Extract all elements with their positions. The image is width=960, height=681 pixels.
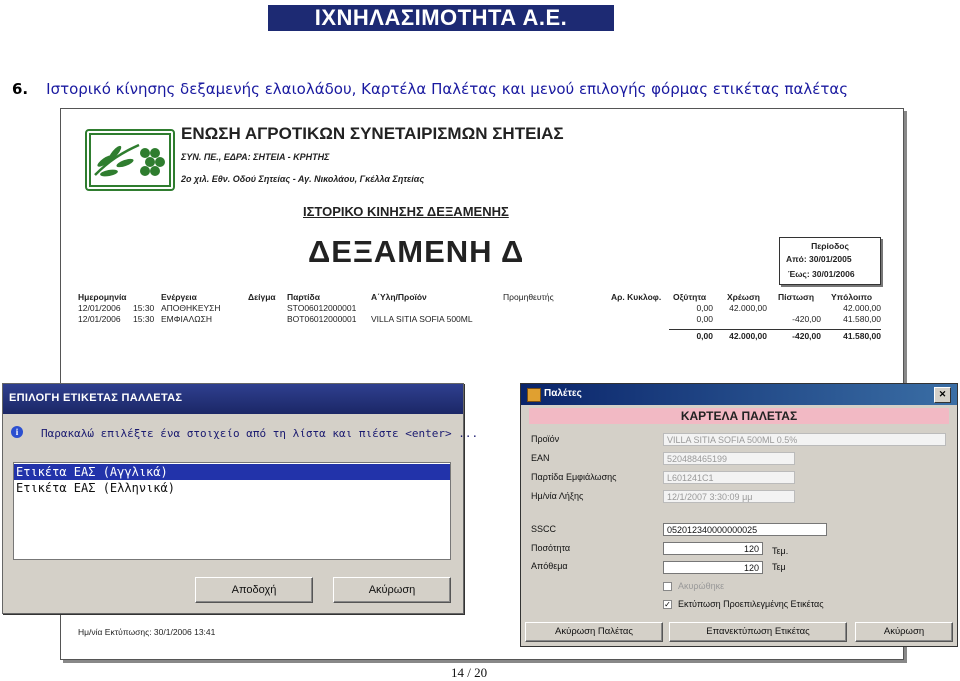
page-number: 14 / 20 (451, 665, 488, 680)
tank-title: ΔΕΞΑΜΕΝΗ Δ (308, 234, 525, 269)
row-batch: STO06012000001 (287, 303, 357, 313)
report-subtitle: ΙΣΤΟΡΙΚΟ ΚΙΝΗΣΗΣ ΔΕΞΑΜΕΝΗΣ (303, 204, 509, 219)
pallet-card-dialog: Παλέτες ✕ ΚΑΡΤΕΛΑ ΠΑΛΕΤΑΣ Προϊόν VILLA S… (520, 383, 958, 647)
period-to: Έως: 30/01/2006 (788, 269, 855, 279)
label-list[interactable]: Ετικέτα ΕΑΣ (Αγγλικά) Ετικέτα ΕΑΣ (Ελλην… (13, 462, 451, 560)
print-default-label-checkbox[interactable]: ✓ (663, 600, 672, 609)
column-header-product: Α΄Υλη/Προϊόν (371, 292, 427, 302)
totals-divider (669, 329, 881, 330)
stock-label: Απόθεμα (531, 561, 568, 571)
period-from: Από: 30/01/2005 (786, 254, 852, 264)
product-label: Προϊόν (531, 434, 560, 444)
cancelled-checkbox[interactable] (663, 582, 672, 591)
product-field[interactable]: VILLA SITIA SOFIA 500ML 0.5% (663, 433, 946, 446)
selection-prompt: Παρακαλώ επιλέξτε ένα στοιχείο από τη λί… (41, 427, 479, 440)
list-item[interactable]: Ετικέτα ΕΑΣ (Ελληνικά) (14, 480, 450, 496)
total-acidity: 0,00 (696, 331, 713, 341)
dialog-titlebar[interactable]: Παλέτες ✕ (521, 384, 957, 405)
cancelled-checkbox-label: Ακυρώθηκε (678, 581, 725, 591)
row-debit: 42.000,00 (729, 303, 767, 313)
column-header-batch: Παρτίδα (287, 292, 320, 302)
period-label: Περίοδος (811, 241, 849, 251)
expiry-date-label: Ημ/νία Λήξης (531, 491, 584, 501)
sscc-field[interactable]: 052012340000000025 (663, 523, 827, 536)
quantity-field[interactable]: 120 (663, 542, 763, 555)
column-header-date: Ημερομηνία (78, 292, 127, 302)
column-header-acidity: Οξύτητα (673, 292, 707, 302)
organization-address-line-2: 2ο χιλ. Εθν. Οδού Σητείας - Αγ. Νικολάου… (181, 174, 425, 184)
bottling-batch-label: Παρτίδα Εμφιάλωσης (531, 472, 617, 482)
row-balance: 41.580,00 (843, 314, 881, 324)
label-selection-dialog: ΕΠΙΛΟΓΗ ΕΤΙΚΕΤΑΣ ΠΑΛΛΕΤΑΣ i Παρακαλώ επι… (2, 383, 478, 614)
stock-field[interactable]: 120 (663, 561, 763, 574)
row-date: 12/01/2006 (78, 314, 121, 324)
column-header-debit: Χρέωση (727, 292, 760, 302)
organization-name: ΕΝΩΣΗ ΑΓΡΟΤΙΚΩΝ ΣΥΝΕΤΑΙΡΙΣΜΩΝ ΣΗΤΕΙΑΣ (181, 124, 564, 143)
row-time: 15:30 (133, 303, 155, 313)
sscc-label: SSCC (531, 524, 557, 534)
list-item[interactable]: Ετικέτα ΕΑΣ (Αγγλικά) (14, 464, 450, 480)
period-box: Περίοδος Από: 30/01/2005 Έως: 30/01/2006 (779, 237, 881, 285)
quantity-label: Ποσότητα (531, 543, 571, 553)
column-header-sample: Δείγμα (248, 292, 276, 302)
column-header-action: Ενέργεια (161, 292, 197, 302)
expiry-date-field[interactable]: 12/1/2007 3:30:09 μμ (663, 490, 795, 503)
total-debit: 42.000,00 (729, 331, 767, 341)
pallet-card-header: ΚΑΡΤΕΛΑ ΠΑΛΕΤΑΣ (529, 408, 949, 424)
row-acidity: 0,00 (696, 303, 713, 313)
close-icon[interactable]: ✕ (934, 387, 951, 403)
section-number: 6. (12, 80, 29, 98)
column-header-credit: Πίστωση (778, 292, 815, 302)
quantity-unit: Τεμ. (772, 546, 789, 556)
ean-label: EAN (531, 453, 550, 463)
accept-button[interactable]: Αποδοχή (195, 577, 313, 603)
row-batch: BOT06012000001 (287, 314, 357, 324)
column-header-balance: Υπόλοιπο (831, 292, 873, 302)
column-header-circulation: Αρ. Κυκλοφ. (611, 292, 662, 302)
print-date: Ημ/νία Εκτύπωσης: 30/1/2006 13:41 (78, 627, 216, 637)
dialog-title: ΕΠΙΛΟΓΗ ΕΤΙΚΕΤΑΣ ΠΑΛΛΕΤΑΣ (9, 392, 183, 404)
reprint-label-button[interactable]: Επανεκτύπωση Ετικέτας (669, 622, 847, 642)
row-action: ΕΜΦΙΑΛΩΣΗ (161, 314, 212, 324)
section-heading: 6. Ιστορικό κίνησης δεξαμενής ελαιολάδου,… (12, 80, 848, 98)
organization-logo-icon (85, 129, 175, 191)
dialog-title: Παλέτες (544, 388, 582, 399)
cancel-button[interactable]: Ακύρωση (333, 577, 451, 603)
ean-field[interactable]: 520488465199 (663, 452, 795, 465)
info-icon: i (11, 426, 23, 438)
cancel-button[interactable]: Ακύρωση (855, 622, 953, 642)
print-default-label-text: Εκτύπωση Προεπιλεγμένης Ετικέτας (678, 599, 824, 609)
bottling-batch-field[interactable]: L601241C1 (663, 471, 795, 484)
company-banner: ΙΧΝΗΛΑΣΙΜΟΤΗΤΑ Α.Ε. (268, 5, 614, 31)
row-balance: 42.000,00 (843, 303, 881, 313)
row-acidity: 0,00 (696, 314, 713, 324)
row-date: 12/01/2006 (78, 303, 121, 313)
row-credit: -420,00 (792, 314, 821, 324)
stock-unit: Τεμ (772, 562, 786, 572)
cancel-pallet-button[interactable]: Ακύρωση Παλέτας (525, 622, 663, 642)
window-app-icon (527, 388, 541, 402)
organization-address-line-1: ΣΥΝ. ΠΕ., ΕΔΡΑ: ΣΗΤΕΙΑ - ΚΡΗΤΗΣ (181, 152, 330, 162)
row-product: VILLA SITIA SOFIA 500ML (371, 314, 473, 324)
total-balance: 41.580,00 (843, 331, 881, 341)
total-credit: -420,00 (792, 331, 821, 341)
section-title: Ιστορικό κίνησης δεξαμενής ελαιολάδου, Κ… (46, 80, 849, 98)
row-action: ΑΠΟΘΗΚΕΥΣΗ (161, 303, 221, 313)
dialog-titlebar[interactable]: ΕΠΙΛΟΓΗ ΕΤΙΚΕΤΑΣ ΠΑΛΛΕΤΑΣ (3, 384, 463, 414)
row-time: 15:30 (133, 314, 155, 324)
column-header-supplier: Προμηθευτής (503, 292, 554, 302)
